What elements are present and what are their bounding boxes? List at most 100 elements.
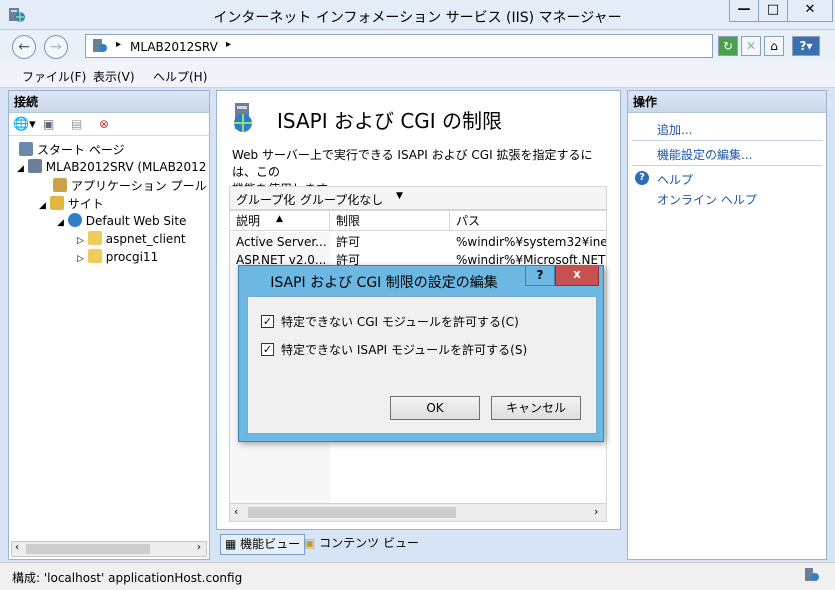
maximize-button[interactable]: □ [758,0,788,22]
back-icon[interactable]: ← [12,35,36,59]
edit-feature-settings-link[interactable]: 機能設定の編集... [657,146,752,163]
scroll-thumb[interactable] [248,507,456,518]
dialog-help-button[interactable]: ? [525,266,555,286]
group-by-bar: グループ化: グループ化なし ▼ [229,186,607,210]
cgi-checkbox[interactable]: ✓ [261,315,274,328]
tree-item-aspnet-client[interactable]: ▷ aspnet_client [77,231,186,246]
refresh-icon[interactable]: ↻ [718,36,738,56]
dialog-close-button[interactable]: x [555,266,599,286]
tab-features-view[interactable]: ▦ 機能ビュー [220,534,306,555]
connections-panel: 接続 🌐▾ ▣ ▤ ⊗ スタート ページ ◢ MLAB2012SRV (MLAB… [8,90,210,560]
tree-label: スタート ページ [37,143,125,157]
address-input[interactable]: ▸ MLAB2012SRV ▸ [85,34,713,58]
isapi-checkbox-label[interactable]: 特定できない ISAPI モジュールを許可する(S) [281,341,527,358]
start-page-icon [19,142,33,156]
menu-view[interactable]: 表示(V) [93,68,135,85]
cgi-checkbox-label[interactable]: 特定できない CGI モジュールを許可する(C) [281,313,519,330]
dialog-body: ✓ 特定できない CGI モジュールを許可する(C) ✓ 特定できない ISAP… [247,296,597,434]
add-action-link[interactable]: 追加... [657,121,692,138]
tree-horizontal-scrollbar[interactable]: ‹ › [11,541,207,557]
minimize-button[interactable]: — [729,0,759,22]
actions-panel: 操作 追加... 機能設定の編集... ? ヘルプ オンライン ヘルプ [627,90,827,560]
table-cell[interactable]: %windir%¥system32¥inet [450,233,606,251]
tab-content-view[interactable]: ▣ コンテンツ ビュー [300,534,423,555]
online-help-link[interactable]: オンライン ヘルプ [657,191,757,208]
tree-item-server[interactable]: ◢ MLAB2012SRV (MLAB2012 [17,159,206,174]
group-by-label: グループ化: [236,193,300,207]
column-label: 説明 [236,214,261,228]
server-icon [27,159,42,173]
tree-item-start-page[interactable]: スタート ページ [19,141,125,158]
scroll-right-icon[interactable]: › [197,542,201,553]
tree-item-app-pools[interactable]: アプリケーション プール [53,177,207,194]
menu-bar: ファイル(F) 表示(V) ヘルプ(H) [0,62,835,88]
collapse-icon[interactable]: ◢ [39,201,46,211]
scroll-left-icon[interactable]: ‹ [15,542,19,553]
isapi-cgi-icon [229,101,263,138]
ok-button[interactable]: OK [390,396,480,420]
tab-label: 機能ビュー [240,537,301,551]
tree-label: MLAB2012SRV (MLAB2012 [45,160,207,174]
breadcrumb-separator: ▸ [116,39,122,50]
scroll-right-icon[interactable]: › [594,505,598,518]
group-by-select[interactable]: グループ化なし ▼ [296,189,408,207]
table-cell[interactable]: Active Server... [230,233,330,251]
breadcrumb-separator[interactable]: ▸ [226,39,231,50]
tree-label: Default Web Site [85,214,187,228]
globe-icon [67,213,82,227]
status-server-icon [804,567,820,586]
page-title: ISAPI および CGI の制限 [277,109,503,133]
close-button[interactable]: ✕ [787,0,833,22]
connect-icon[interactable]: 🌐▾ [13,117,36,132]
tree-label: サイト [67,197,104,211]
column-header-description[interactable]: 説明 ▲ [230,211,330,231]
column-header-path[interactable]: パス [450,211,606,231]
cancel-button[interactable]: キャンセル [491,396,581,420]
edit-restrictions-dialog: ISAPI および CGI 制限の設定の編集 ? x ✓ 特定できない CGI … [238,265,604,442]
collapse-icon[interactable]: ◢ [17,164,24,174]
home-icon[interactable]: ⌂ [764,36,784,56]
tree-item-sites[interactable]: ◢ サイト [39,195,104,212]
expand-icon[interactable]: ▷ [77,236,84,246]
isapi-checkbox[interactable]: ✓ [261,343,274,356]
stop-icon[interactable]: ✕ [741,36,761,56]
status-text: 構成: 'localhost' applicationHost.config [12,571,243,585]
dialog-title: ISAPI および CGI 制限の設定の編集 [270,275,498,291]
help-link[interactable]: ヘルプ [657,171,693,188]
tree-label: procgi11 [105,250,159,264]
expand-icon[interactable]: ▷ [77,254,84,264]
breadcrumb-server[interactable]: MLAB2012SRV [130,40,218,54]
menu-file[interactable]: ファイル(F) [22,68,86,85]
tree-item-procgi11[interactable]: ▷ procgi11 [77,249,158,264]
address-bar: ← → ▸ MLAB2012SRV ▸ ↻ ✕ ⌂ ?▾ [0,30,835,62]
window-title: インターネット インフォメーション サービス (IIS) マネージャー [213,10,622,26]
column-header-restriction[interactable]: 制限 [330,211,450,231]
forward-icon[interactable]: → [44,35,68,59]
sites-folder-icon [49,196,64,210]
up-icon[interactable]: ▤ [71,117,82,131]
collapse-icon[interactable]: ◢ [57,218,64,228]
save-icon[interactable]: ▣ [43,117,54,131]
disconnect-icon[interactable]: ⊗ [99,117,109,131]
help-icon: ? [635,171,649,185]
view-tabs: ▦ 機能ビュー ▣ コンテンツ ビュー [216,532,621,558]
content-view-icon: ▣ [304,536,320,550]
tree-label: aspnet_client [105,232,186,246]
tab-label: コンテンツ ビュー [319,536,419,550]
title-bar: インターネット インフォメーション サービス (IIS) マネージャー — □ … [0,0,835,30]
features-view-icon: ▦ [225,537,241,551]
scroll-thumb[interactable] [26,544,150,554]
app-pool-icon [53,178,67,192]
tree-label: アプリケーション プール [71,179,207,193]
description-line: Web サーバー上で実行できる ISAPI および CGI 拡張を指定するには、… [232,148,593,179]
menu-help[interactable]: ヘルプ(H) [153,68,207,85]
table-cell[interactable]: 許可 [330,233,450,251]
server-icon [92,38,108,57]
actions-header: 操作 [628,91,826,113]
scroll-left-icon[interactable]: ‹ [234,505,238,518]
help-dropdown-icon[interactable]: ?▾ [792,36,820,56]
grid-horizontal-scrollbar[interactable]: ‹ › [230,503,606,521]
tree-item-default-web-site[interactable]: ◢ Default Web Site [57,213,186,228]
chevron-down-icon: ▼ [396,191,403,201]
connections-header: 接続 [9,91,209,113]
